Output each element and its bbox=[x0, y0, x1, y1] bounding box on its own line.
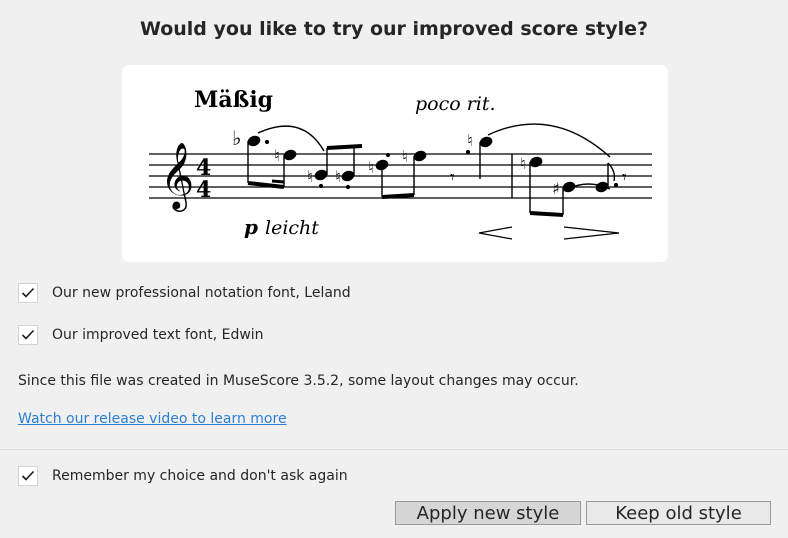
score-style-dialog: Would you like to try our improved score… bbox=[0, 0, 788, 538]
leland-font-label: Our new professional notation font, Lela… bbox=[52, 285, 351, 301]
svg-text:♮: ♮ bbox=[368, 158, 374, 177]
tempo-marking: Mäßig bbox=[194, 87, 274, 113]
leland-font-checkbox[interactable] bbox=[18, 283, 38, 303]
option-leland-font[interactable]: Our new professional notation font, Lela… bbox=[18, 282, 351, 304]
remember-choice-label: Remember my choice and don't ask again bbox=[52, 468, 348, 484]
checkmark-icon bbox=[21, 470, 35, 481]
expression-marking: poco rit. bbox=[415, 93, 496, 115]
svg-text:♮: ♮ bbox=[335, 167, 341, 186]
dialog-title: Would you like to try our improved score… bbox=[139, 18, 649, 40]
svg-text:𝄾: 𝄾 bbox=[450, 167, 455, 188]
svg-text:𝄾: 𝄾 bbox=[622, 167, 627, 188]
hairpins bbox=[478, 226, 620, 240]
edwin-font-checkbox[interactable] bbox=[18, 325, 38, 345]
flat-accidental: ♭ bbox=[232, 126, 241, 150]
apply-new-style-button[interactable]: Apply new style bbox=[395, 501, 581, 525]
separator bbox=[0, 449, 788, 450]
dynamic-text: leicht bbox=[265, 217, 319, 239]
svg-text:♮: ♮ bbox=[402, 147, 408, 166]
checkmark-icon bbox=[21, 329, 35, 340]
keep-old-style-button[interactable]: Keep old style bbox=[586, 501, 771, 525]
time-signature-bottom: 4 bbox=[196, 177, 211, 203]
svg-text:♮: ♮ bbox=[274, 146, 280, 165]
svg-text:♮: ♮ bbox=[520, 154, 526, 173]
svg-text:♯: ♯ bbox=[552, 179, 560, 198]
dynamic-marking: p bbox=[244, 215, 258, 239]
edwin-font-label: Our improved text font, Edwin bbox=[52, 327, 264, 343]
release-video-link[interactable]: Watch our release video to learn more bbox=[18, 411, 287, 427]
layout-change-info: Since this file was created in MuseScore… bbox=[18, 373, 579, 389]
svg-text:♮: ♮ bbox=[467, 131, 473, 150]
option-remember-choice[interactable]: Remember my choice and don't ask again bbox=[18, 465, 348, 487]
treble-clef: 𝄞 bbox=[160, 141, 194, 212]
staff-lines bbox=[149, 153, 652, 199]
score-preview: 𝄞 4 4 ♭ ♮ ♮ ♮ ♮ ♮ 𝄾 ♮ ♮ ♯ 𝄾 Mäßig poco r… bbox=[122, 65, 668, 262]
svg-text:♮: ♮ bbox=[307, 167, 313, 186]
option-edwin-font[interactable]: Our improved text font, Edwin bbox=[18, 324, 264, 346]
measure-2-notes: ♮ ♯ 𝄾 bbox=[520, 154, 627, 217]
remember-choice-checkbox[interactable] bbox=[18, 466, 38, 486]
checkmark-icon bbox=[21, 287, 35, 298]
